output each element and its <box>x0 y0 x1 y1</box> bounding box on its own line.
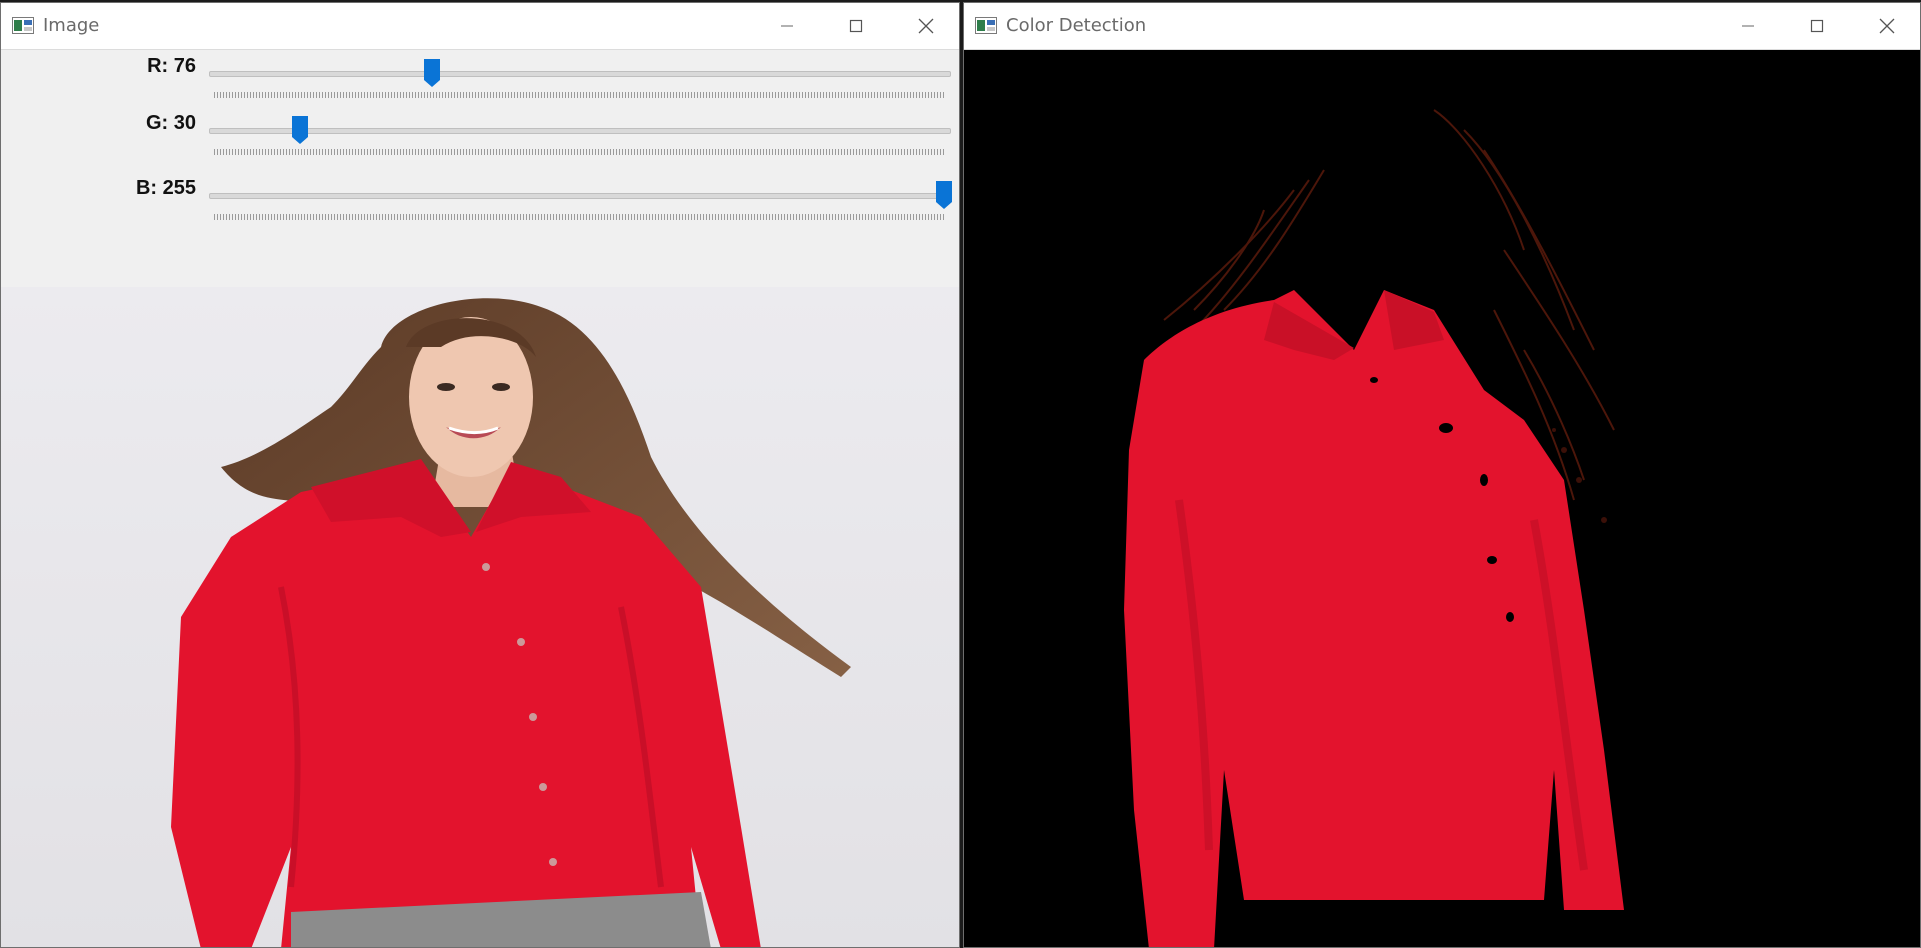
trackbar-b[interactable]: B: 255 <box>1 174 959 234</box>
minimize-button[interactable] <box>752 3 822 49</box>
minimize-icon <box>781 25 793 27</box>
trackbar-thumb-r[interactable] <box>423 58 441 88</box>
trackbar-label-r: R: 76 <box>147 55 196 77</box>
detect-window-titlebar[interactable]: Color Detection <box>964 3 1920 50</box>
trackbar-r[interactable]: R: 76 <box>1 52 959 112</box>
color-detection-window[interactable]: Color Detection <box>963 2 1921 948</box>
trackbar-track[interactable] <box>209 128 951 134</box>
trackbar-g[interactable]: G: 30 <box>1 109 959 169</box>
woman-red-shirt-image <box>1 287 959 947</box>
detect-window-client <box>964 50 1920 947</box>
app-window-icon <box>975 17 997 34</box>
trackbar-ticks <box>214 92 944 98</box>
maximize-button[interactable] <box>821 3 891 49</box>
close-button[interactable] <box>891 3 959 49</box>
trackbar-label-b: B: 255 <box>135 177 196 199</box>
window-title: Image <box>43 15 100 36</box>
trackbar-label-g: G: 30 <box>145 112 196 134</box>
close-button[interactable] <box>1852 3 1920 49</box>
image-window-client: R: 76 G: 30 B: 255 <box>1 50 959 947</box>
trackbar-ticks <box>214 214 944 220</box>
app-window-icon <box>12 17 34 34</box>
maximize-button[interactable] <box>1782 3 1852 49</box>
minimize-icon <box>1742 25 1754 27</box>
window-title: Color Detection <box>1006 15 1147 36</box>
trackbar-track[interactable] <box>209 193 951 199</box>
maximize-icon <box>1810 19 1824 33</box>
trackbar-panel: R: 76 G: 30 B: 255 <box>1 50 959 287</box>
trackbar-ticks <box>214 149 944 155</box>
close-icon <box>1879 18 1895 34</box>
image-window[interactable]: Image R: 76 G: 30 B: 255 <box>0 2 960 948</box>
image-window-titlebar[interactable]: Image <box>1 3 959 50</box>
maximize-icon <box>849 19 863 33</box>
trackbar-thumb-g[interactable] <box>291 115 309 145</box>
close-icon <box>918 18 934 34</box>
minimize-button[interactable] <box>1713 3 1783 49</box>
trackbar-thumb-b[interactable] <box>935 180 953 210</box>
source-photo <box>1 287 959 947</box>
trackbar-track[interactable] <box>209 71 951 77</box>
mask-result-image <box>964 50 1920 947</box>
